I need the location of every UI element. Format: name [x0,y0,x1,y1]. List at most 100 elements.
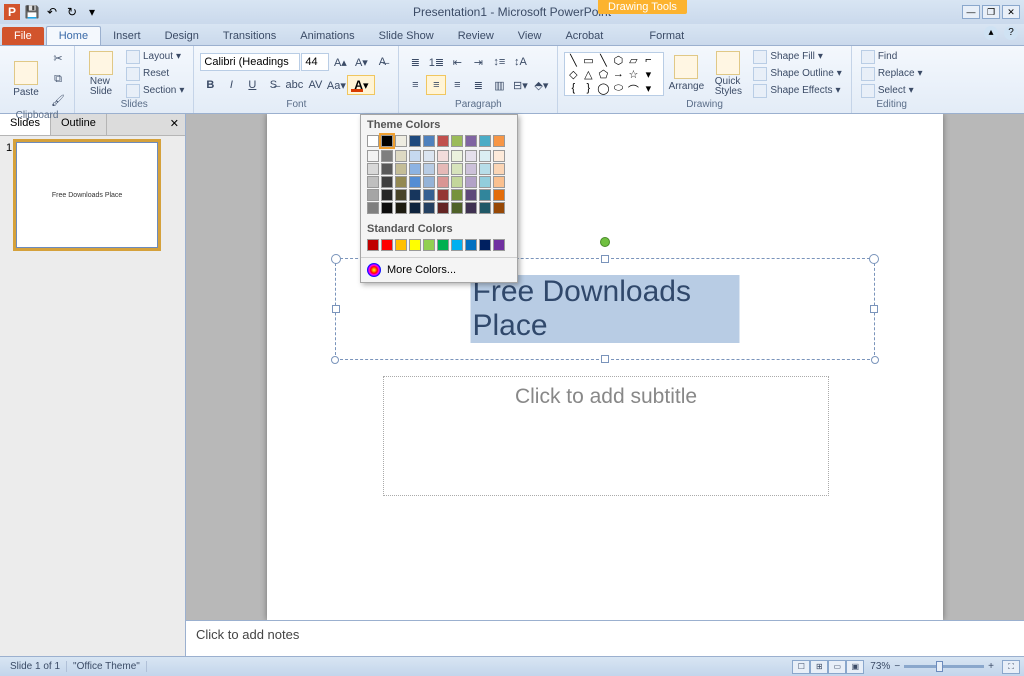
slideshow-view-icon[interactable]: ▣ [846,660,864,674]
bold-button[interactable]: B [200,75,220,95]
theme-tint-swatch[interactable] [367,176,379,188]
theme-color-swatch[interactable] [465,135,477,147]
theme-tint-swatch[interactable] [437,202,449,214]
quick-styles-button[interactable]: Quick Styles [708,51,748,97]
theme-tint-swatch[interactable] [465,150,477,162]
theme-tint-swatch[interactable] [381,189,393,201]
theme-tint-swatch[interactable] [479,150,491,162]
align-left-icon[interactable]: ≡ [405,75,425,95]
zoom-slider[interactable] [904,665,984,668]
theme-tint-swatch[interactable] [367,163,379,175]
theme-tint-swatch[interactable] [423,176,435,188]
theme-tint-swatch[interactable] [381,163,393,175]
redo-icon[interactable]: ↻ [64,4,80,20]
theme-tint-swatch[interactable] [479,176,491,188]
theme-color-swatch[interactable] [479,135,491,147]
theme-color-swatch[interactable] [423,135,435,147]
theme-tint-swatch[interactable] [451,202,463,214]
italic-button[interactable]: I [221,75,241,95]
tab-format[interactable]: Format [637,27,696,45]
theme-tint-swatch[interactable] [493,150,505,162]
tab-view[interactable]: View [506,27,554,45]
theme-tint-swatch[interactable] [395,150,407,162]
rotation-handle[interactable] [600,237,610,247]
font-name-input[interactable] [200,53,300,71]
justify-icon[interactable]: ≣ [468,75,488,95]
standard-color-swatch[interactable] [381,239,393,251]
align-right-icon[interactable]: ≡ [447,75,467,95]
change-case-button[interactable]: Aa▾ [326,75,346,95]
spacing-button[interactable]: AV [305,75,325,95]
theme-tint-swatch[interactable] [493,189,505,201]
layout-button[interactable]: Layout ▾ [123,49,187,65]
theme-tint-swatch[interactable] [423,150,435,162]
line-spacing-icon[interactable]: ↕≡ [489,52,509,72]
tab-slideshow[interactable]: Slide Show [367,27,446,45]
save-icon[interactable]: 💾 [24,4,40,20]
bullets-icon[interactable]: ≣ [405,52,425,72]
theme-color-swatch[interactable] [381,135,393,147]
tab-acrobat[interactable]: Acrobat [553,27,615,45]
shape-outline-button[interactable]: Shape Outline ▾ [750,66,844,82]
theme-tint-swatch[interactable] [381,202,393,214]
standard-color-swatch[interactable] [367,239,379,251]
align-center-icon[interactable]: ≡ [426,75,446,95]
grow-font-icon[interactable]: A▴ [330,52,350,72]
theme-tint-swatch[interactable] [381,150,393,162]
theme-color-swatch[interactable] [395,135,407,147]
theme-tint-swatch[interactable] [493,202,505,214]
standard-color-swatch[interactable] [395,239,407,251]
close-button[interactable]: ✕ [1002,5,1020,19]
standard-color-swatch[interactable] [409,239,421,251]
shapes-gallery[interactable]: ╲▭╲⬡▱⌐ ◇△⬠→☆▾ {}◯⬭⌒▾ [564,52,664,96]
theme-tint-swatch[interactable] [409,176,421,188]
standard-color-swatch[interactable] [465,239,477,251]
theme-tint-swatch[interactable] [395,163,407,175]
new-slide-button[interactable]: New Slide [81,51,121,97]
minimize-ribbon-icon[interactable]: ▴ [984,26,998,40]
shape-effects-button[interactable]: Shape Effects ▾ [750,83,844,99]
align-text-icon[interactable]: ⊟▾ [510,75,530,95]
shape-fill-button[interactable]: Shape Fill ▾ [750,49,844,65]
numbering-icon[interactable]: 1≣ [426,52,446,72]
standard-color-swatch[interactable] [493,239,505,251]
replace-button[interactable]: Replace ▾ [858,66,926,82]
theme-tint-swatch[interactable] [465,163,477,175]
theme-tint-swatch[interactable] [409,202,421,214]
standard-color-swatch[interactable] [423,239,435,251]
tab-design[interactable]: Design [153,27,211,45]
theme-tint-swatch[interactable] [423,202,435,214]
theme-tint-swatch[interactable] [451,176,463,188]
theme-tint-swatch[interactable] [479,189,491,201]
more-colors-button[interactable]: More Colors... [361,257,517,282]
arrange-button[interactable]: Arrange [666,55,706,92]
theme-tint-swatch[interactable] [437,176,449,188]
zoom-in-icon[interactable]: + [988,661,994,672]
tab-home[interactable]: Home [46,26,101,45]
help-icon[interactable]: ? [1004,26,1018,40]
subtitle-placeholder[interactable]: Click to add subtitle [383,376,829,496]
slide-thumbnail[interactable]: 1 Free Downloads Place [6,142,179,248]
theme-tint-swatch[interactable] [395,202,407,214]
clear-formatting-icon[interactable]: A̶ [372,52,392,72]
tab-review[interactable]: Review [446,27,506,45]
format-painter-icon[interactable]: 🖌 [48,90,68,110]
standard-color-swatch[interactable] [437,239,449,251]
theme-tint-swatch[interactable] [437,163,449,175]
copy-icon[interactable]: ⧉ [48,69,68,89]
theme-tint-swatch[interactable] [479,202,491,214]
columns-icon[interactable]: ▥ [489,75,509,95]
shrink-font-icon[interactable]: A▾ [351,52,371,72]
theme-tint-swatch[interactable] [423,189,435,201]
shadow-button[interactable]: abc [284,75,304,95]
qat-dropdown-icon[interactable]: ▾ [84,4,100,20]
theme-tint-swatch[interactable] [465,189,477,201]
sorter-view-icon[interactable]: ⊞ [810,660,828,674]
close-panel-icon[interactable]: ✕ [164,114,185,135]
reading-view-icon[interactable]: ▭ [828,660,846,674]
section-button[interactable]: Section ▾ [123,83,187,99]
find-button[interactable]: Find [858,49,926,65]
theme-tint-swatch[interactable] [465,176,477,188]
theme-color-swatch[interactable] [409,135,421,147]
tab-transitions[interactable]: Transitions [211,27,288,45]
